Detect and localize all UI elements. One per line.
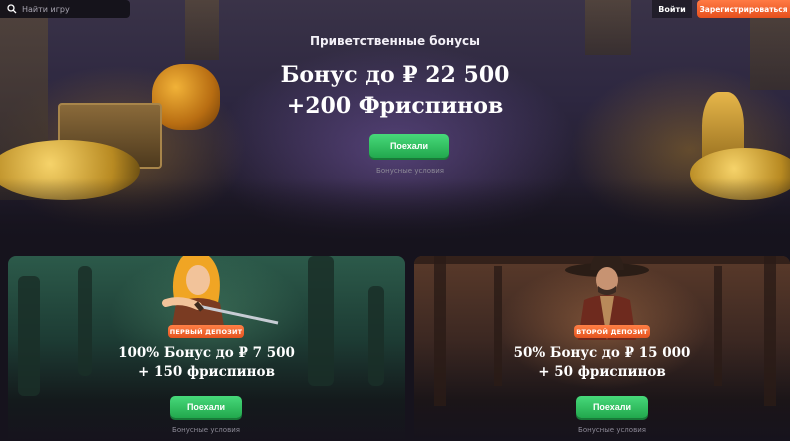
offer-badge: ПЕРВЫЙ ДЕПОЗИТ — [168, 325, 244, 338]
hero-floor-fade — [0, 178, 790, 248]
hero-subtitle: Приветственные бонусы — [310, 34, 480, 48]
offer-badge: ВТОРОЙ ДЕПОЗИТ — [574, 325, 650, 338]
search-input[interactable] — [20, 4, 122, 14]
hero-go-button[interactable]: Поехали — [369, 134, 449, 158]
search-icon[interactable] — [4, 4, 20, 14]
hero-title-line1: Бонус до ₽ 22 500 — [280, 62, 510, 88]
login-button[interactable]: Войти — [652, 0, 692, 18]
hero-banner: Приветственные бонусы Бонус до ₽ 22 500 … — [0, 0, 790, 248]
offer-title-line2: + 50 фриспинов — [538, 364, 666, 380]
offer-card-first-deposit: ПЕРВЫЙ ДЕПОЗИТ 100% Бонус до ₽ 7 500 + 1… — [8, 256, 405, 441]
top-bar: Войти Зарегистрироваться — [0, 0, 790, 18]
offer-title-line2: + 150 фриспинов — [138, 364, 275, 380]
register-button[interactable]: Зарегистрироваться — [697, 0, 790, 18]
offer-card-second-deposit: ВТОРОЙ ДЕПОЗИТ 50% Бонус до ₽ 15 000 + 5… — [414, 256, 790, 441]
offer-go-button[interactable]: Поехали — [170, 396, 242, 418]
offer-title-line1: 100% Бонус до ₽ 7 500 — [118, 345, 295, 361]
hero-terms-link[interactable]: Бонусные условия — [340, 167, 480, 175]
saloon-pillar — [434, 256, 446, 406]
offer-title-line1: 50% Бонус до ₽ 15 000 — [513, 345, 691, 361]
search-box[interactable] — [0, 0, 130, 18]
offer-terms-link[interactable]: Бонусные условия — [542, 426, 682, 434]
saloon-pillar — [764, 256, 776, 406]
offer-go-button[interactable]: Поехали — [576, 396, 648, 418]
hero-title-line2: +200 Фриспинов — [286, 93, 504, 119]
offer-terms-link[interactable]: Бонусные условия — [136, 426, 276, 434]
